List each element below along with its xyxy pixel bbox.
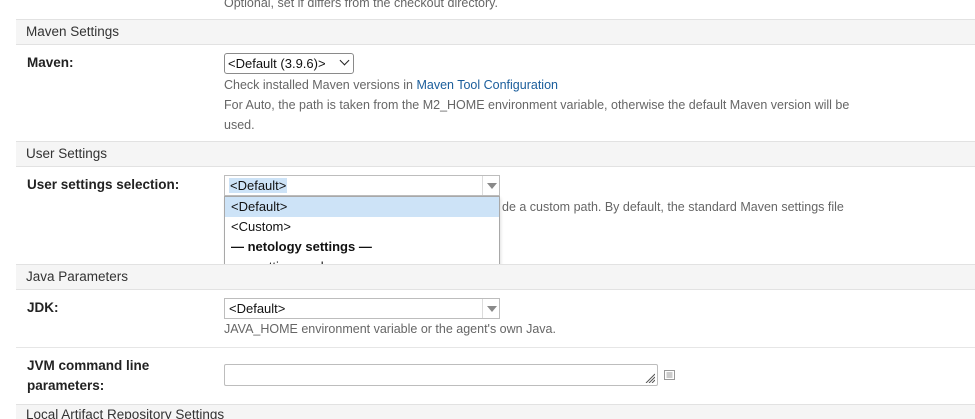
dropdown-arrow-icon[interactable] [482, 176, 499, 195]
dropdown-option-custom[interactable]: <Custom> [225, 217, 499, 237]
maven-version-select[interactable]: <Default (3.9.6)> [224, 53, 354, 74]
local-artifact-repo-header: Local Artifact Repository Settings [16, 404, 975, 419]
maven-tool-hint: Check installed Maven versions in Maven … [224, 75, 558, 95]
maven-label: Maven: [27, 55, 74, 70]
maven-tool-hint-text: Check installed Maven versions in [224, 78, 417, 92]
jvm-params-label-line2: parameters: [27, 378, 105, 393]
maven-auto-hint-line2: used. [224, 118, 255, 132]
resize-grip-icon[interactable] [645, 373, 655, 383]
maven-auto-hint-line1: For Auto, the path is taken from the M2_… [224, 98, 850, 112]
jdk-select[interactable]: <Default> [224, 298, 500, 319]
expand-editor-icon[interactable] [664, 370, 675, 380]
jvm-params-label-line1: JVM command line [27, 358, 150, 373]
checkout-dir-hint: Optional, set if differs from the checko… [224, 0, 498, 10]
dropdown-group-netology-settings: — netology settings — [231, 239, 372, 254]
user-settings-selection-label: User settings selection: [27, 177, 180, 192]
dropdown-arrow-icon[interactable] [482, 299, 499, 318]
maven-settings-header: Maven Settings [16, 19, 975, 45]
row-separator [16, 347, 975, 348]
jdk-label: JDK: [27, 300, 59, 315]
chevron-down-icon [339, 55, 350, 66]
user-settings-header: User Settings [16, 141, 975, 167]
jdk-hint: JAVA_HOME environment variable or the ag… [224, 322, 556, 336]
jvm-params-textarea[interactable] [224, 364, 658, 386]
dropdown-option-default[interactable]: <Default> [225, 197, 499, 217]
user-settings-select[interactable]: <Default> [224, 175, 500, 196]
jdk-selected-value: <Default> [229, 301, 286, 316]
maven-version-value: <Default (3.9.6)> [228, 56, 326, 71]
maven-tool-configuration-link[interactable]: Maven Tool Configuration [416, 78, 558, 92]
user-settings-hint: de a custom path. By default, the standa… [502, 200, 844, 214]
user-settings-selected-value: <Default> [229, 178, 288, 193]
java-parameters-header: Java Parameters [16, 264, 975, 290]
